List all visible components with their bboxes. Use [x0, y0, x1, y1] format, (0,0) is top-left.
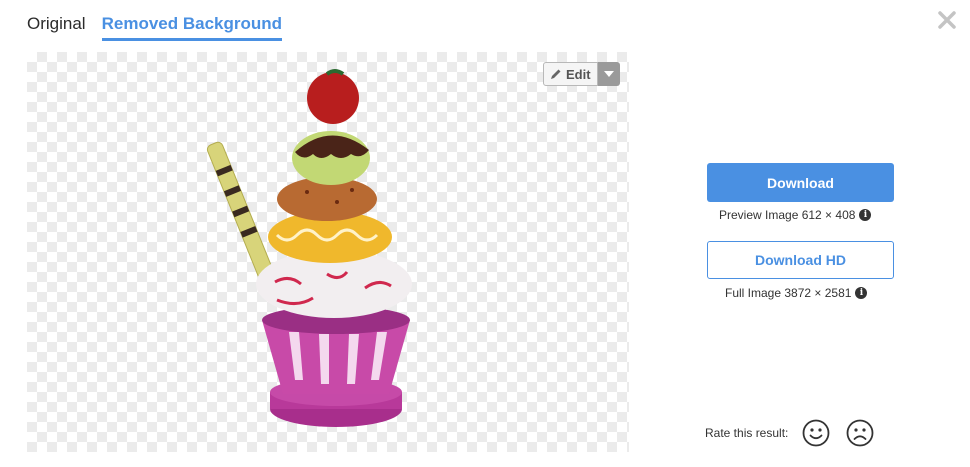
smile-icon[interactable] — [802, 419, 830, 447]
image-preview — [27, 52, 629, 452]
rating-bar: Rate this result: — [705, 419, 890, 447]
caret-down-icon — [603, 71, 614, 77]
download-hd-button[interactable]: Download HD — [707, 241, 894, 279]
download-button[interactable]: Download — [707, 163, 894, 202]
rating-label: Rate this result: — [705, 426, 789, 440]
pencil-icon — [551, 69, 561, 79]
tab-original[interactable]: Original — [27, 14, 86, 41]
tab-removed-background[interactable]: Removed Background — [101, 14, 283, 41]
frown-icon[interactable] — [846, 419, 874, 447]
preview-image-size: Preview Image 612 × 408 — [719, 208, 856, 222]
edit-button[interactable]: Edit — [543, 62, 598, 86]
edit-dropdown-toggle[interactable] — [597, 62, 620, 86]
info-icon[interactable]: i — [855, 287, 868, 299]
close-icon[interactable] — [936, 9, 958, 31]
edit-label: Edit — [566, 66, 591, 82]
info-icon[interactable]: i — [859, 209, 872, 221]
full-image-info: Full Image 3872 × 2581 i — [725, 286, 868, 300]
edit-controls: Edit — [543, 62, 620, 86]
preview-image-info: Preview Image 612 × 408 i — [719, 208, 872, 222]
tab-bar: Original Removed Background — [27, 14, 283, 41]
full-image-size: Full Image 3872 × 2581 — [725, 286, 852, 300]
cutout-image — [206, 69, 412, 427]
